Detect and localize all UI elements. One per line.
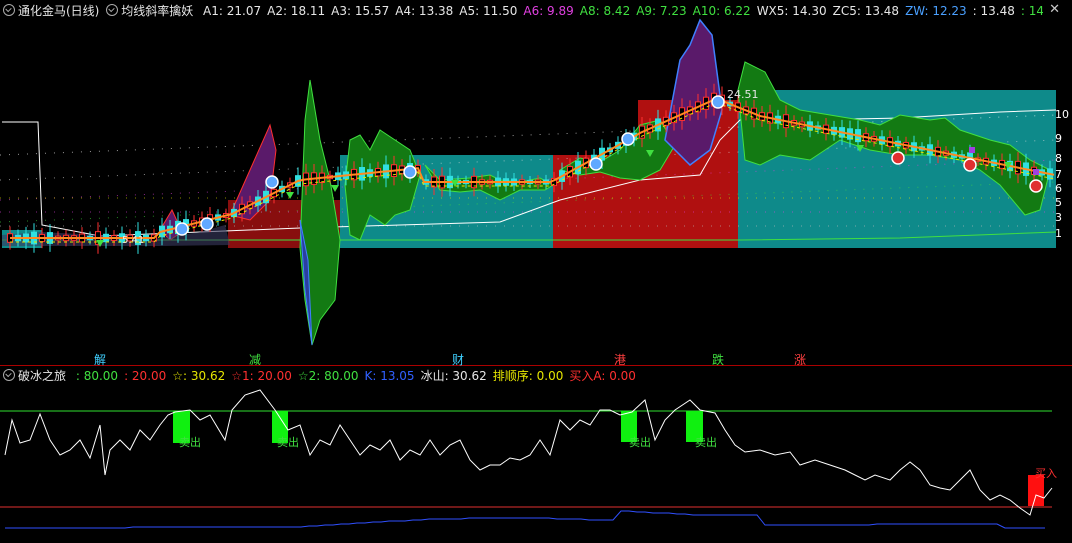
- buy-ball-icon: [589, 157, 603, 171]
- buy-label: 买入: [1035, 467, 1057, 480]
- sell-ball-icon: [891, 151, 905, 165]
- sell-ball-icon: [1029, 179, 1043, 193]
- buy-ball-icon: [200, 217, 214, 231]
- sell-label: 卖出: [629, 435, 651, 449]
- scale-tick: 8: [1055, 152, 1062, 165]
- sell-label: 卖出: [179, 435, 201, 449]
- down-arrow-icon: [286, 192, 294, 199]
- oscillator-line: [4, 389, 1053, 516]
- buy-ball-icon: [403, 165, 417, 179]
- buy-ball-icon: [621, 132, 635, 146]
- buy-ball-icon: [711, 95, 725, 109]
- buy-ball-icon: [265, 175, 279, 189]
- green-wave: [299, 79, 341, 346]
- signal-label: 跌: [712, 352, 724, 367]
- right-scale: 10 9 8 765 3 1: [1055, 108, 1069, 240]
- scale-tick: 3: [1055, 211, 1062, 224]
- sell-label: 卖出: [277, 435, 299, 449]
- scale-tick: 7: [1055, 168, 1062, 181]
- price-label: 24.51: [727, 88, 759, 101]
- k-line: [5, 510, 1045, 529]
- sell-label: 卖出: [695, 435, 717, 449]
- price-label: 5.41: [122, 235, 144, 246]
- oscillator-panel: 卖出 卖出 卖出 卖出买入: [0, 389, 1057, 529]
- scale-tick: 1: [1055, 227, 1062, 240]
- signal-label: 解: [94, 353, 106, 367]
- marker-square-icon: [1033, 169, 1039, 175]
- chart-canvas[interactable]: 5.41 24.51 10 9 8 765 3 1 解 减 财 港 跌 涨 卖出 卖出 卖出 卖出买入: [0, 0, 1072, 543]
- scale-tick: 5: [1055, 196, 1062, 209]
- signal-label: 财: [452, 353, 464, 367]
- signal-label: 涨: [794, 352, 806, 367]
- buy-ball-icon: [175, 222, 189, 236]
- scale-tick: 6: [1055, 182, 1062, 195]
- signal-labels: 解减财港跌涨: [94, 352, 806, 367]
- scale-tick: 10: [1055, 108, 1069, 121]
- signal-label: 减: [249, 353, 261, 367]
- sell-ball-icon: [963, 158, 977, 172]
- marker-square-icon: [969, 147, 975, 153]
- signal-label: 港: [614, 353, 626, 367]
- scale-tick: 9: [1055, 132, 1062, 145]
